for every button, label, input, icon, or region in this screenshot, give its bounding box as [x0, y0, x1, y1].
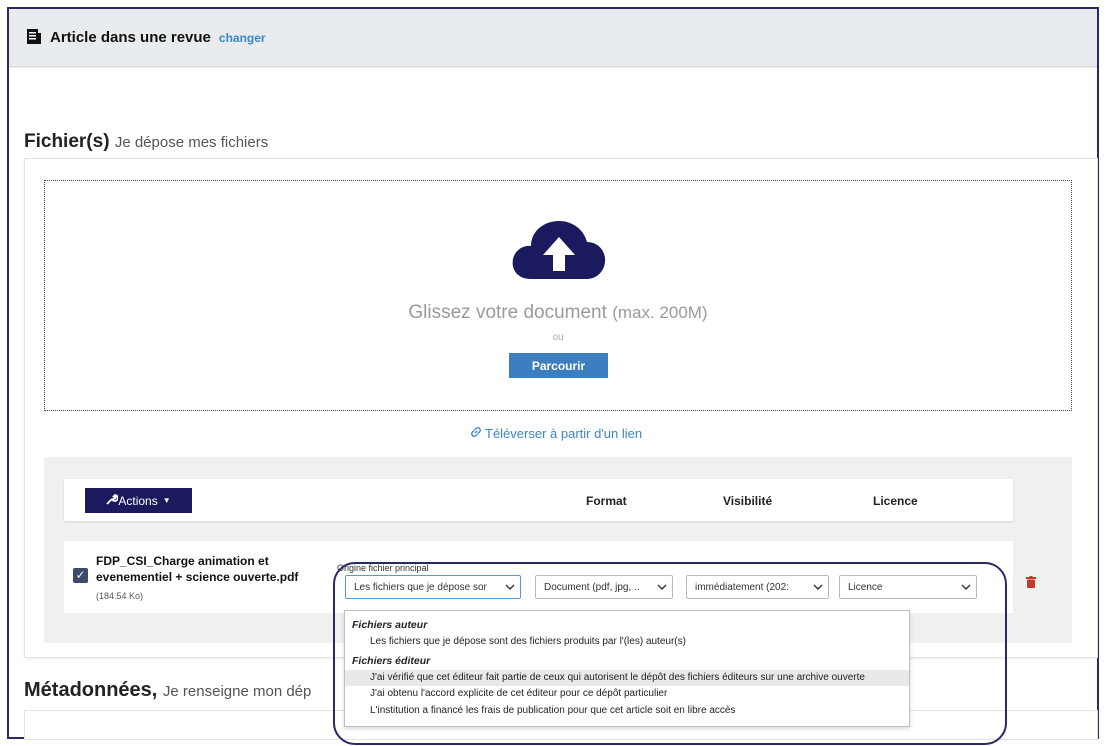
- caret-down-icon: ▼: [162, 496, 171, 505]
- column-visibility: Visibilité: [723, 494, 773, 508]
- file-name: FDP_CSI_Charge animation et evenementiel…: [96, 554, 299, 584]
- file-size: (184.54 Ko): [96, 591, 144, 601]
- chevron-down-icon: [505, 582, 515, 593]
- change-type-link[interactable]: changer: [219, 31, 266, 45]
- trash-icon[interactable]: [1026, 575, 1036, 593]
- link-icon: [470, 426, 482, 441]
- document-type-bar: Article dans une revue changer: [9, 9, 1097, 67]
- document-icon: [27, 29, 41, 46]
- format-select[interactable]: Document (pdf, jpg, ..: [535, 575, 673, 599]
- browse-button[interactable]: Parcourir: [509, 353, 608, 378]
- actions-button[interactable]: Actions ▼: [85, 488, 192, 513]
- file-checkbox[interactable]: ✓: [73, 568, 88, 583]
- origin-dropdown-menu: Fichiers auteur Les fichiers que je dépo…: [344, 610, 910, 727]
- option-publisher-authorized[interactable]: J'ai vérifié que cet éditeur fait partie…: [345, 670, 909, 686]
- chevron-down-icon: [813, 582, 823, 593]
- option-publisher-agreement[interactable]: J'ai obtenu l'accord explicite de cet éd…: [345, 686, 909, 702]
- wrench-icon: [106, 493, 120, 508]
- origin-label: Origine fichier principal: [337, 563, 429, 573]
- visibility-select[interactable]: immédiatement (202:: [686, 575, 829, 599]
- cloud-upload-icon: [511, 219, 607, 286]
- chevron-down-icon: [961, 582, 971, 593]
- origin-select[interactable]: Les fichiers que je dépose sor: [345, 575, 521, 599]
- document-type-title: Article dans une revue: [50, 29, 211, 46]
- file-row: ✓ FDP_CSI_Charge animation et evenementi…: [64, 541, 1036, 613]
- dropzone-text: Glissez votre document (max. 200M): [408, 302, 708, 323]
- chevron-down-icon: [657, 582, 667, 593]
- upload-from-link[interactable]: Téléverser à partir d'un lien: [470, 426, 642, 441]
- metadata-section-title: Métadonnées, Je renseigne mon dép: [24, 679, 312, 701]
- column-format: Format: [586, 494, 627, 508]
- optgroup-publisher-files: Fichiers éditeur: [352, 655, 431, 667]
- column-license: Licence: [873, 494, 918, 508]
- dropzone-or: ou: [552, 332, 564, 343]
- upload-link-label: Téléverser à partir d'un lien: [485, 426, 643, 441]
- license-select[interactable]: Licence: [839, 575, 977, 599]
- option-institution-funded[interactable]: L'institution a financé les frais de pub…: [345, 703, 909, 719]
- option-author-files[interactable]: Les fichiers que je dépose sont des fich…: [345, 634, 909, 650]
- file-dropzone[interactable]: Glissez votre document (max. 200M) ou Pa…: [44, 180, 1072, 411]
- file-table-header: Actions ▼ Format Visibilité Licence: [64, 479, 1013, 521]
- files-section-title: Fichier(s) Je dépose mes fichiers: [24, 131, 269, 152]
- optgroup-author-files: Fichiers auteur: [352, 619, 428, 631]
